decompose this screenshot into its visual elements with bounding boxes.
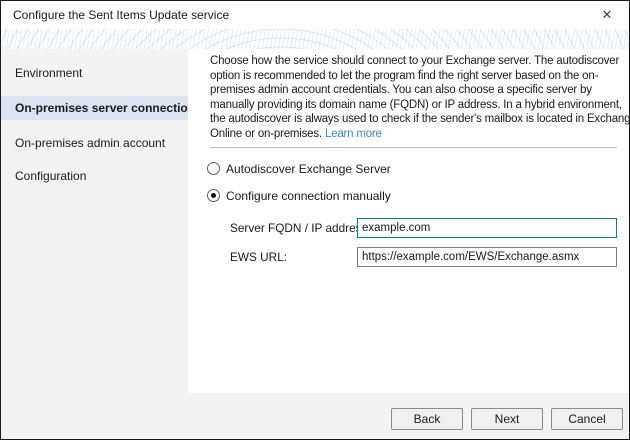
content-panel: Choose how the service should connect to… [188, 49, 629, 393]
description-line: option is recommended to let the program… [210, 69, 617, 84]
radio-configure-manually-label: Configure connection manually [226, 189, 391, 203]
sidebar-item-onprem-admin-account[interactable]: On-premises admin account [1, 131, 188, 155]
learn-more-link[interactable]: Learn more [325, 128, 382, 140]
footer-button-bar: Back Next Cancel [391, 408, 623, 430]
radio-circle-icon[interactable] [207, 189, 220, 202]
description-line: the autodiscover is always used to check… [210, 112, 617, 127]
decorative-arcs [1, 29, 629, 49]
sidebar-item-configuration[interactable]: Configuration [1, 164, 188, 188]
description-line: premises admin account credentials. You … [210, 83, 617, 98]
server-fqdn-label: Server FQDN / IP address: [230, 221, 357, 235]
cancel-button[interactable]: Cancel [551, 408, 623, 430]
decorative-band [1, 29, 629, 49]
ews-url-field-row: EWS URL: [230, 247, 617, 267]
description-line: manually providing its domain name (FQDN… [210, 98, 617, 113]
sidebar-item-onprem-server-connection[interactable]: On-premises server connection [1, 96, 188, 120]
title-bar: Configure the Sent Items Update service … [1, 1, 629, 29]
sidebar-item-label: On-premises server connection [15, 101, 195, 115]
sidebar-nav: Environment On-premises server connectio… [1, 49, 188, 393]
server-fqdn-input[interactable] [357, 218, 617, 238]
description-line: Choose how the service should connect to… [210, 54, 617, 69]
radio-circle-icon[interactable] [207, 162, 220, 175]
server-fqdn-field-row: Server FQDN / IP address: [230, 218, 617, 238]
dialog-title: Configure the Sent Items Update service [13, 8, 229, 22]
back-button[interactable]: Back [391, 408, 463, 430]
radio-configure-manually[interactable]: Configure connection manually [207, 189, 617, 203]
ews-url-input[interactable] [357, 247, 617, 267]
ews-url-label: EWS URL: [230, 250, 357, 264]
description-line: Online or on-premises. [210, 128, 322, 140]
sidebar-item-label: On-premises admin account [15, 136, 165, 150]
close-icon[interactable]: ✕ [585, 1, 629, 29]
sidebar-item-label: Configuration [15, 169, 86, 183]
section-divider [210, 147, 617, 148]
dialog-window: Configure the Sent Items Update service … [0, 0, 630, 440]
sidebar-item-label: Environment [15, 66, 82, 80]
radio-autodiscover-label: Autodiscover Exchange Server [226, 162, 391, 176]
sidebar-item-environment[interactable]: Environment [1, 61, 188, 85]
description-paragraph: Choose how the service should connect to… [210, 54, 617, 142]
radio-autodiscover[interactable]: Autodiscover Exchange Server [207, 162, 617, 176]
next-button[interactable]: Next [471, 408, 543, 430]
